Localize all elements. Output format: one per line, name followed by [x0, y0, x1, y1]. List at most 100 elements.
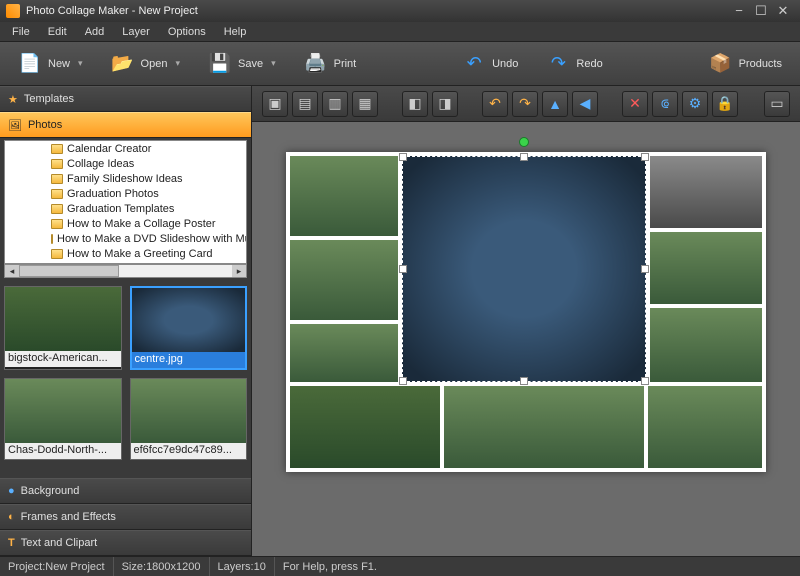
align-left-button[interactable]: ◧	[402, 91, 428, 117]
accordion-label: Templates	[24, 93, 74, 105]
chevron-down-icon: ▾	[78, 58, 83, 69]
horizontal-scrollbar[interactable]: ◂ ▸	[4, 264, 247, 278]
thumbnail[interactable]: ef6fcc7e9dc47c89...	[130, 378, 248, 460]
accordion-background[interactable]: ● Background	[0, 478, 251, 504]
tree-label: Family Slideshow Ideas	[67, 173, 183, 185]
tree-item[interactable]: Collage Ideas	[5, 156, 246, 171]
collage-tile[interactable]	[650, 308, 762, 382]
menu-file[interactable]: File	[4, 24, 38, 40]
menu-edit[interactable]: Edit	[40, 24, 75, 40]
left-panel: ★ Templates 🖼Photos Calendar Creator Colla…	[0, 86, 252, 556]
delete-button[interactable]: ✕	[622, 91, 648, 117]
rotate-left-button[interactable]: ↶	[482, 91, 508, 117]
crop-button[interactable]: ⟃	[652, 91, 678, 117]
redo-button[interactable]: ↷Redo	[536, 48, 612, 80]
minimize-button[interactable]: −	[728, 0, 750, 22]
print-button[interactable]: 🖨️Print	[294, 48, 367, 80]
main-toolbar: 📄New▾ 📂Open▾ 💾Save▾ 🖨️Print ↶Undo ↷Redo …	[0, 42, 800, 86]
collage-tile[interactable]	[650, 232, 762, 304]
scroll-track[interactable]	[19, 265, 232, 277]
collage-tile[interactable]	[290, 324, 398, 382]
folder-icon	[51, 144, 63, 154]
collage-tile[interactable]	[402, 156, 646, 382]
tree-label: Collage Ideas	[67, 158, 134, 170]
redo-label: Redo	[576, 58, 602, 70]
folder-tree[interactable]: Calendar Creator Collage Ideas Family Slid…	[4, 140, 247, 264]
status-project: Project:New Project	[0, 557, 114, 576]
folder-icon	[51, 249, 63, 259]
tree-item[interactable]: How to Make a DVD Slideshow with Music	[5, 231, 246, 246]
products-button[interactable]: 📦 Products	[699, 48, 792, 80]
thumbnail[interactable]: bigstock-American...	[4, 286, 122, 370]
collage-page[interactable]	[286, 152, 766, 472]
tree-label: How to Make a Collage Poster	[67, 218, 216, 230]
undo-button[interactable]: ↶Undo	[452, 48, 528, 80]
tree-item[interactable]: How to Make a Collage Poster	[5, 216, 246, 231]
canvas-viewport[interactable]	[252, 122, 800, 556]
globe-icon: ●	[8, 485, 15, 497]
print-label: Print	[334, 58, 357, 70]
page-button[interactable]: ▭	[764, 91, 790, 117]
products-label: Products	[739, 58, 782, 70]
undo-icon: ↶	[462, 52, 486, 76]
flip-horizontal-button[interactable]: ▲	[542, 91, 568, 117]
tree-item[interactable]: Calendar Creator	[5, 141, 246, 156]
open-button[interactable]: 📂Open▾	[101, 48, 190, 80]
maximize-button[interactable]: ☐	[750, 0, 772, 22]
scroll-right-button[interactable]: ▸	[232, 265, 246, 277]
scroll-thumb[interactable]	[19, 265, 119, 277]
scroll-left-button[interactable]: ◂	[5, 265, 19, 277]
star-icon: ★	[8, 93, 18, 106]
thumbnail-caption: bigstock-American...	[5, 351, 121, 367]
settings-button[interactable]: ⚙	[682, 91, 708, 117]
collage-tile[interactable]	[648, 386, 762, 468]
tree-item[interactable]: How to Make a Greeting Card	[5, 246, 246, 261]
menu-add[interactable]: Add	[77, 24, 113, 40]
align-right-button[interactable]: ◨	[432, 91, 458, 117]
tree-item[interactable]: Family Slideshow Ideas	[5, 171, 246, 186]
accordion-label: Frames and Effects	[21, 511, 116, 523]
save-button[interactable]: 💾Save▾	[198, 48, 286, 80]
rotate-right-button[interactable]: ↷	[512, 91, 538, 117]
thumbnail-image	[132, 288, 246, 352]
folder-icon	[51, 174, 63, 184]
collage-tile[interactable]	[650, 156, 762, 228]
bring-forward-button[interactable]: ▤	[292, 91, 318, 117]
thumbnail[interactable]: Chas-Dodd-North-...	[4, 378, 122, 460]
rotate-handle[interactable]	[519, 137, 529, 147]
folder-icon	[51, 189, 63, 199]
menu-help[interactable]: Help	[216, 24, 255, 40]
collage-tile[interactable]	[290, 240, 398, 320]
chevron-down-icon: ▾	[271, 58, 276, 69]
menu-layer[interactable]: Layer	[114, 24, 158, 40]
collage-tile[interactable]	[290, 386, 440, 468]
status-layers: Layers:10	[210, 557, 275, 576]
accordion-templates[interactable]: ★ Templates	[0, 86, 251, 112]
accordion-photos[interactable]: 🖼Photos	[0, 112, 251, 138]
folder-icon	[51, 204, 63, 214]
thumbnail[interactable]: centre.jpg	[130, 286, 248, 370]
lock-button[interactable]: 🔒	[712, 91, 738, 117]
titlebar: Photo Collage Maker - New Project − ☐ ✕	[0, 0, 800, 22]
bring-front-button[interactable]: ▣	[262, 91, 288, 117]
collage-tile[interactable]	[444, 386, 644, 468]
tree-label: Graduation Photos	[67, 188, 159, 200]
accordion-text[interactable]: TText and Clipart	[0, 530, 251, 556]
accordion-label: Text and Clipart	[21, 537, 97, 549]
tree-item[interactable]: Graduation Templates	[5, 201, 246, 216]
collage-tile[interactable]	[290, 156, 398, 236]
accordion-label: Background	[21, 485, 80, 497]
tree-item[interactable]: Graduation Photos	[5, 186, 246, 201]
send-backward-button[interactable]: ▥	[322, 91, 348, 117]
menu-options[interactable]: Options	[160, 24, 214, 40]
flip-vertical-button[interactable]: ◀	[572, 91, 598, 117]
new-button[interactable]: 📄New▾	[8, 48, 93, 80]
status-help: For Help, press F1.	[275, 557, 800, 576]
close-button[interactable]: ✕	[772, 0, 794, 22]
send-back-button[interactable]: ▦	[352, 91, 378, 117]
thumbnail-grid: bigstock-American... centre.jpg Chas-Dodd-…	[0, 282, 251, 478]
box-icon: 📦	[709, 52, 733, 76]
folder-open-icon: 📂	[111, 52, 135, 76]
thumbnail-caption: Chas-Dodd-North-...	[5, 443, 121, 459]
accordion-frames[interactable]: ◐Frames and Effects	[0, 504, 251, 530]
